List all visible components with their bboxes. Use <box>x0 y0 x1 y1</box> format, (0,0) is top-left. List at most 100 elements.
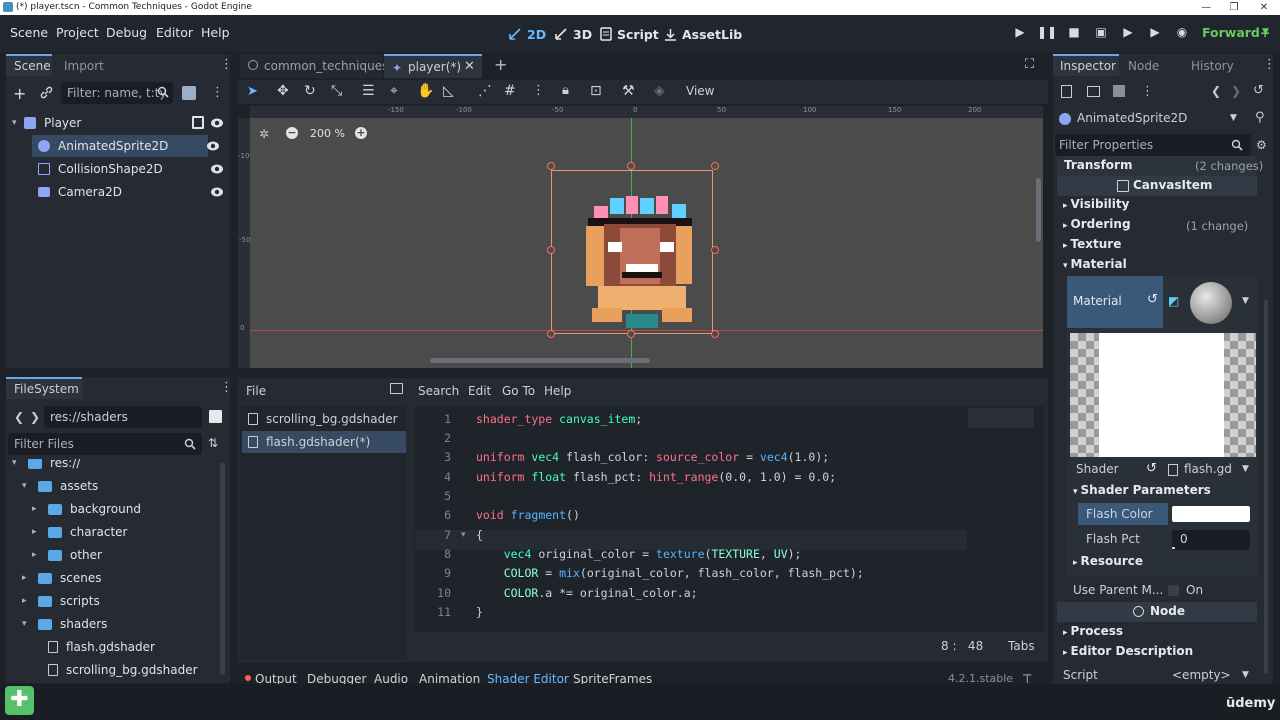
inspected-object[interactable]: AnimatedSprite2D <box>1077 111 1187 125</box>
shader-resource-field[interactable]: flash.gd ▼ <box>1165 459 1255 481</box>
link-icon[interactable] <box>40 86 53 99</box>
dock-menu-icon[interactable]: ⋮ <box>220 58 233 71</box>
zoom-in-icon[interactable]: + <box>355 127 367 139</box>
resize-handle[interactable] <box>711 330 719 338</box>
remote-debug-icon[interactable]: ▣ <box>1091 25 1111 43</box>
move-tool-icon[interactable]: ✥ <box>277 83 289 99</box>
shader-parameters-section[interactable]: ▾ Shader Parameters <box>1073 483 1211 497</box>
visibility-section[interactable]: ▸ Visibility <box>1063 197 1129 211</box>
pause-icon[interactable]: ❚❚ <box>1037 25 1057 43</box>
udemy-add-icon[interactable]: ✚ <box>5 686 34 715</box>
back-icon[interactable]: ❮ <box>14 410 24 424</box>
tab-common-techniques[interactable]: common_techniques <box>240 54 388 78</box>
resource-section[interactable]: ▸ Resource <box>1073 554 1143 568</box>
add-node-icon[interactable]: + <box>13 84 26 103</box>
viewport-v-scrollbar[interactable] <box>1036 178 1041 242</box>
filter-properties-input[interactable]: Filter Properties <box>1055 134 1251 156</box>
workspace-2d-button[interactable]: 2D <box>508 24 546 44</box>
inspector-settings-icon[interactable]: ⚙ <box>1256 138 1267 152</box>
shader-menu-file[interactable]: File <box>246 384 266 398</box>
script-attached-icon[interactable] <box>192 116 204 129</box>
revert-icon[interactable]: ↺ <box>1146 461 1157 476</box>
shader-menu-goto[interactable]: Go To <box>502 384 535 398</box>
ordering-section[interactable]: ▸ Ordering <box>1063 217 1131 231</box>
process-section[interactable]: ▸ Process <box>1063 624 1123 638</box>
shader-file-item[interactable]: scrolling_bg.gdshader <box>242 408 406 430</box>
view-menu[interactable]: View <box>686 84 714 98</box>
center-view-icon[interactable]: ✲ <box>259 127 269 141</box>
material-section[interactable]: ▾ Material <box>1063 257 1127 271</box>
transform-section[interactable]: Transform (2 changes) <box>1057 156 1263 176</box>
lock-icon[interactable]: 🔒︎ <box>562 83 569 98</box>
distraction-free-icon[interactable]: ⛶ <box>1025 57 1034 72</box>
zoom-level[interactable]: 200 % <box>310 127 345 140</box>
tree-node-animatedsprite2d[interactable]: AnimatedSprite2D <box>32 135 208 157</box>
visibility-eye-icon[interactable] <box>206 140 220 152</box>
indent-mode[interactable]: Tabs <box>1008 639 1035 653</box>
editor-description-section[interactable]: ▸ Editor Description <box>1063 644 1193 658</box>
resize-handle[interactable] <box>547 330 555 338</box>
minimap[interactable] <box>968 408 1034 428</box>
revert-icon[interactable]: ↺ <box>1147 292 1158 307</box>
tree-node-player[interactable]: ▾ Player <box>12 112 228 134</box>
file-tree-item[interactable]: ▸ other <box>32 544 102 566</box>
flash-pct-slider[interactable] <box>1172 547 1175 549</box>
tab-filesystem[interactable]: FileSystem <box>6 377 82 399</box>
dock-menu-icon[interactable]: ⋮ <box>220 381 233 394</box>
grid-snap-icon[interactable]: # <box>504 83 516 99</box>
tree-node-camera2d[interactable]: Camera2D <box>32 181 228 203</box>
viewport-h-scrollbar[interactable] <box>430 358 650 363</box>
file-tree-item[interactable]: ▸ scenes <box>22 567 101 589</box>
chevron-down-icon[interactable]: ▼ <box>1242 670 1249 680</box>
workspace-3d-button[interactable]: 3D <box>554 24 592 44</box>
forward-icon[interactable]: ❯ <box>30 410 40 424</box>
shader-menu-edit[interactable]: Edit <box>468 384 491 398</box>
tree-node-collisionshape2d[interactable]: CollisionShape2D <box>32 158 228 180</box>
workspace-script-button[interactable]: Script <box>600 24 659 44</box>
resize-handle[interactable] <box>627 162 635 170</box>
file-tree-item[interactable]: scrolling_bg.gdshader <box>48 659 198 681</box>
open-resource-icon[interactable] <box>1087 86 1100 97</box>
file-tree-item[interactable]: ▸ character <box>32 521 127 543</box>
tab-history[interactable]: History <box>1191 59 1234 73</box>
file-tree-item[interactable]: ▾ shaders <box>22 613 107 635</box>
menu-scene[interactable]: Scene <box>10 25 48 40</box>
visibility-eye-icon[interactable] <box>210 186 224 198</box>
tab-import[interactable]: Import <box>64 59 104 73</box>
list-select-icon[interactable]: ☰ <box>362 83 375 99</box>
menu-editor[interactable]: Editor <box>156 25 193 40</box>
scrollbar[interactable] <box>220 463 225 675</box>
script-value[interactable]: <empty> <box>1172 668 1231 682</box>
use-parent-checkbox[interactable] <box>1168 585 1179 596</box>
flash-color-swatch[interactable] <box>1172 506 1250 522</box>
history-forward-icon[interactable]: ❯ <box>1231 84 1241 98</box>
file-tree-item[interactable]: ▸ background <box>32 498 141 520</box>
add-tab-icon[interactable]: + <box>494 55 507 74</box>
play-scene-icon[interactable]: ▶ <box>1118 25 1138 43</box>
smart-snap-icon[interactable]: ⋰ <box>478 83 492 99</box>
pivot-tool-icon[interactable]: ⌖ <box>390 83 398 99</box>
new-resource-icon[interactable] <box>1061 85 1072 98</box>
tab-node[interactable]: Node <box>1128 59 1159 73</box>
pan-tool-icon[interactable]: ✋ <box>417 83 434 99</box>
object-properties-icon[interactable]: ⚲ <box>1255 110 1265 125</box>
history-back-icon[interactable]: ❮ <box>1211 84 1221 98</box>
visibility-tool-icon[interactable]: ◈ <box>654 83 665 99</box>
select-tool-icon[interactable]: ➤ <box>247 84 258 99</box>
close-tab-icon[interactable]: ✕ <box>464 59 475 74</box>
snap-options-icon[interactable]: ⋮ <box>532 84 545 97</box>
dock-menu-icon[interactable]: ⋮ <box>1263 58 1276 71</box>
tab-inspector[interactable]: Inspector <box>1053 54 1119 76</box>
renderer-select[interactable]: Forward+ <box>1202 25 1270 40</box>
zoom-out-icon[interactable]: − <box>286 127 298 139</box>
resize-handle[interactable] <box>711 246 719 254</box>
skeleton-icon[interactable]: ⚒ <box>622 83 635 99</box>
visibility-eye-icon[interactable] <box>210 117 224 129</box>
stop-icon[interactable]: ■ <box>1064 25 1084 43</box>
resize-handle[interactable] <box>627 330 635 338</box>
file-tree-item[interactable]: ▾ assets <box>22 475 98 497</box>
play-icon[interactable]: ▶ <box>1010 25 1030 43</box>
toggle-split-icon[interactable] <box>209 410 222 423</box>
filter-files-input[interactable]: Filter Files <box>8 433 202 455</box>
scene-filter-input[interactable]: Filter: name, t:ty <box>61 82 173 104</box>
